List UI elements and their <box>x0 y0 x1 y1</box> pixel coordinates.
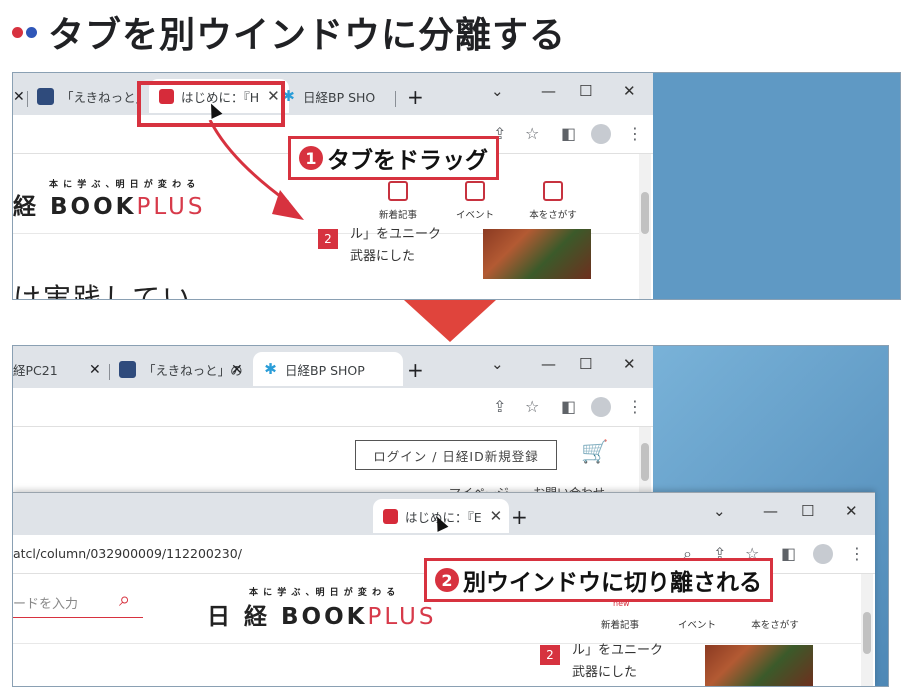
new-tab-button[interactable]: + <box>407 85 424 109</box>
close-icon[interactable]: ✕ <box>13 89 25 105</box>
calendar-icon <box>465 181 485 201</box>
login-button[interactable]: ログイン / 日経ID新規登録 <box>355 440 557 470</box>
profile-avatar-icon[interactable] <box>591 124 611 144</box>
address-bar[interactable]: atcl/column/032900009/112200230/ <box>13 546 242 561</box>
close-icon[interactable]: ✕ <box>89 362 101 378</box>
chevron-down-icon[interactable]: ⌄ <box>713 502 726 520</box>
desktop-background <box>653 73 900 299</box>
callout-step1: 1 タブをドラッグ <box>288 136 499 180</box>
nav-events[interactable]: イベント <box>667 617 727 631</box>
step2-screenshot: 経PC21 ✕ 「えきねっと」の偽 ✕ ✱ 日経BP SHOP + ⌄ — ☐ … <box>12 345 889 687</box>
eki-icon <box>119 360 136 378</box>
page-big-text: け実践してい <box>13 282 193 300</box>
cart-icon[interactable]: 🛒 <box>581 440 608 465</box>
callout-text: 別ウインドウに切り離される <box>463 570 762 596</box>
window-close-icon[interactable]: ✕ <box>845 502 858 520</box>
down-arrow-icon <box>404 300 496 342</box>
tab-label: 「えきねっと」( <box>61 89 137 105</box>
tab-strip: 経PC21 ✕ 「えきねっと」の偽 ✕ ✱ 日経BP SHOP + ⌄ — ☐ … <box>13 346 653 388</box>
scrollbar[interactable] <box>639 427 651 497</box>
scrollbar[interactable] <box>639 154 651 299</box>
tab-bp-shop[interactable]: ✱ 日経BP SHO <box>281 79 391 113</box>
heading-title: タブを別ウインドウに分離する <box>48 15 567 56</box>
article-thumbnail[interactable] <box>483 229 591 279</box>
search-icon[interactable]: ⌕ <box>119 587 130 611</box>
article-thumbnail[interactable] <box>705 645 813 686</box>
close-icon[interactable]: ✕ <box>490 507 503 525</box>
step-number: 1 <box>299 146 323 170</box>
red-dot-icon <box>12 26 23 38</box>
scrollbar[interactable] <box>861 574 873 686</box>
chevron-down-icon[interactable]: ⌄ <box>491 355 504 373</box>
menu-kebab-icon[interactable]: ⋮ <box>627 124 643 143</box>
tab-ekinet[interactable]: 「えきねっと」の偽 <box>119 352 243 386</box>
browser-window: ✕ 「えきねっと」( はじめに：『H ✕ ✱ 日経BP SHO + ⌄ — ☐ … <box>13 73 653 299</box>
toolbar: ⇪ ☆ ◧ ⋮ <box>13 388 653 427</box>
rank-badge: 2 <box>318 229 338 249</box>
nikkei-icon <box>383 508 398 524</box>
maximize-icon[interactable]: ☐ <box>579 82 592 100</box>
bp-icon: ✱ <box>264 359 277 378</box>
side-panel-icon[interactable]: ◧ <box>561 124 576 143</box>
tab-label: 「えきねっと」の偽 <box>143 362 243 378</box>
eki-icon <box>37 87 54 105</box>
nav-new-articles[interactable]: 新着記事 <box>590 617 650 631</box>
callout-step2: 2 別ウインドウに切り離される <box>424 558 773 602</box>
window-close-icon[interactable]: ✕ <box>623 82 636 100</box>
tab-label: 日経BP SHOP <box>285 362 365 378</box>
new-tab-button[interactable]: + <box>511 505 528 529</box>
blue-dot-icon <box>26 26 37 38</box>
callout-text: タブをドラッグ <box>327 148 488 174</box>
maximize-icon[interactable]: ☐ <box>801 502 814 520</box>
article-title-line2[interactable]: 武器にした <box>572 661 637 680</box>
window-close-icon[interactable]: ✕ <box>623 355 636 373</box>
side-panel-icon[interactable]: ◧ <box>781 544 796 563</box>
nav-find-books[interactable]: 本をさがす <box>745 617 805 631</box>
new-tab-button[interactable]: + <box>407 358 424 382</box>
tab-ekinet[interactable]: 「えきねっと」( <box>37 79 137 113</box>
nav-new-articles[interactable]: 新着記事 <box>368 181 428 221</box>
bookmark-star-icon[interactable]: ☆ <box>525 124 539 143</box>
menu-kebab-icon[interactable]: ⋮ <box>627 397 643 416</box>
article-title-line1[interactable]: ル」をユニーク <box>350 223 441 242</box>
article-title-line2[interactable]: 武器にした <box>350 245 415 264</box>
article-title-line1[interactable]: ル」をユニーク <box>572 639 663 658</box>
profile-avatar-icon[interactable] <box>813 544 833 564</box>
share-icon[interactable]: ⇪ <box>493 397 506 416</box>
minimize-icon[interactable]: — <box>541 355 556 373</box>
tab-label: 経PC21 <box>13 362 58 378</box>
chevron-down-icon[interactable]: ⌄ <box>491 82 504 100</box>
menu-kebab-icon[interactable]: ⋮ <box>849 544 865 563</box>
search-input[interactable]: ードを入力 <box>13 593 78 612</box>
site-logo[interactable]: 日 経 BOOKPLUS <box>207 597 436 631</box>
site-logo[interactable]: 経 BOOKPLUS <box>13 187 205 221</box>
minimize-icon[interactable]: — <box>763 502 778 520</box>
tab-bp-shop[interactable]: ✱ 日経BP SHOP <box>253 352 403 386</box>
rank-badge: 2 <box>540 645 560 665</box>
newspaper-icon <box>388 181 408 201</box>
tab-label: 日経BP SHO <box>303 89 376 105</box>
minimize-icon[interactable]: — <box>541 82 556 100</box>
nav-events[interactable]: イベント <box>445 181 505 221</box>
bookmark-star-icon[interactable]: ☆ <box>525 397 539 416</box>
nav-find-books[interactable]: 本をさがす <box>523 181 583 221</box>
section-heading: タブを別ウインドウに分離する <box>12 6 566 58</box>
step-number: 2 <box>435 568 459 592</box>
maximize-icon[interactable]: ☐ <box>579 355 592 373</box>
profile-avatar-icon[interactable] <box>591 397 611 417</box>
books-icon <box>543 181 563 201</box>
back-browser-window: 経PC21 ✕ 「えきねっと」の偽 ✕ ✱ 日経BP SHOP + ⌄ — ☐ … <box>13 346 653 500</box>
close-icon[interactable]: ✕ <box>231 362 243 378</box>
side-panel-icon[interactable]: ◧ <box>561 397 576 416</box>
tab-strip: ✕ 「えきねっと」( はじめに：『H ✕ ✱ 日経BP SHO + ⌄ — ☐ … <box>13 73 653 115</box>
